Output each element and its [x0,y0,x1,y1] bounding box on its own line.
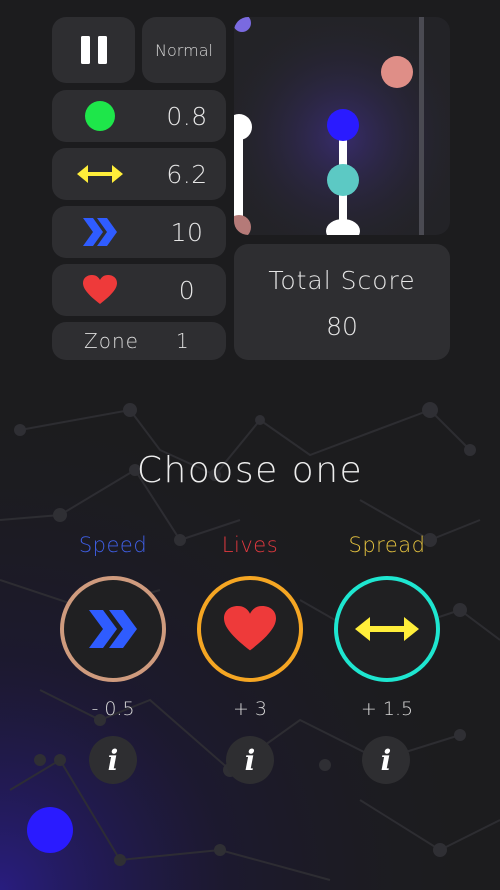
heart-icon [83,275,117,304]
option-lives-info-button[interactable]: i [226,736,274,784]
right-wall [419,17,424,235]
option-spread-button[interactable] [334,576,440,682]
player-blue-ball [327,109,359,141]
player-teal-ball [327,164,359,196]
option-speed-info-button[interactable]: i [89,736,137,784]
total-score-panel: Total Score 80 [234,244,450,360]
zone-label: Zone [84,329,139,353]
option-lives-button[interactable] [197,576,303,682]
option-spread-delta: + 1.5 [360,698,414,720]
option-lives-label: Lives [221,533,279,557]
speed-icon-wrap [52,206,148,258]
info-icon: i [380,743,392,777]
lives-value: 0 [178,275,196,305]
stat-speed: 10 [52,206,226,258]
info-icon: i [244,743,256,777]
green-dot-icon [85,101,115,131]
game-field [234,17,450,235]
option-spread-label: Spread [348,533,426,557]
spread-value: 6.2 [166,159,208,189]
pink-enemy [381,56,413,88]
chevron-icon [83,218,117,246]
speed-chevron-icon [89,610,137,648]
heart-icon [224,606,276,651]
total-score-value: 80 [326,312,358,341]
double-arrow-icon [77,165,123,183]
stat-lives: 0 [52,264,226,316]
choose-title: Choose one [136,450,364,491]
spread-arrow-icon [355,617,419,641]
difficulty-button[interactable]: Normal [142,17,226,83]
spread-icon-wrap [52,148,148,200]
pause-button[interactable] [52,17,135,83]
zone-panel: Zone 1 [52,322,226,360]
total-score-label: Total Score [268,266,416,295]
zone-value: 1 [176,329,189,353]
option-speed-button[interactable] [60,576,166,682]
stat-spread: 6.2 [52,148,226,200]
option-speed-label: Speed [78,533,148,557]
pause-icon [80,36,107,64]
lives-icon-wrap [52,264,148,316]
option-speed-delta: - 0.5 [91,698,135,720]
option-lives-delta: + 3 [232,698,268,720]
difficulty-label: Normal [155,40,213,60]
speed-value: 10 [170,217,204,247]
info-icon: i [107,743,119,777]
size-icon-wrap [52,90,148,142]
size-value: 0.8 [166,101,208,131]
game-preview [234,17,450,235]
player-ball-decoration [27,807,73,853]
option-spread-info-button[interactable]: i [362,736,410,784]
stat-size: 0.8 [52,90,226,142]
